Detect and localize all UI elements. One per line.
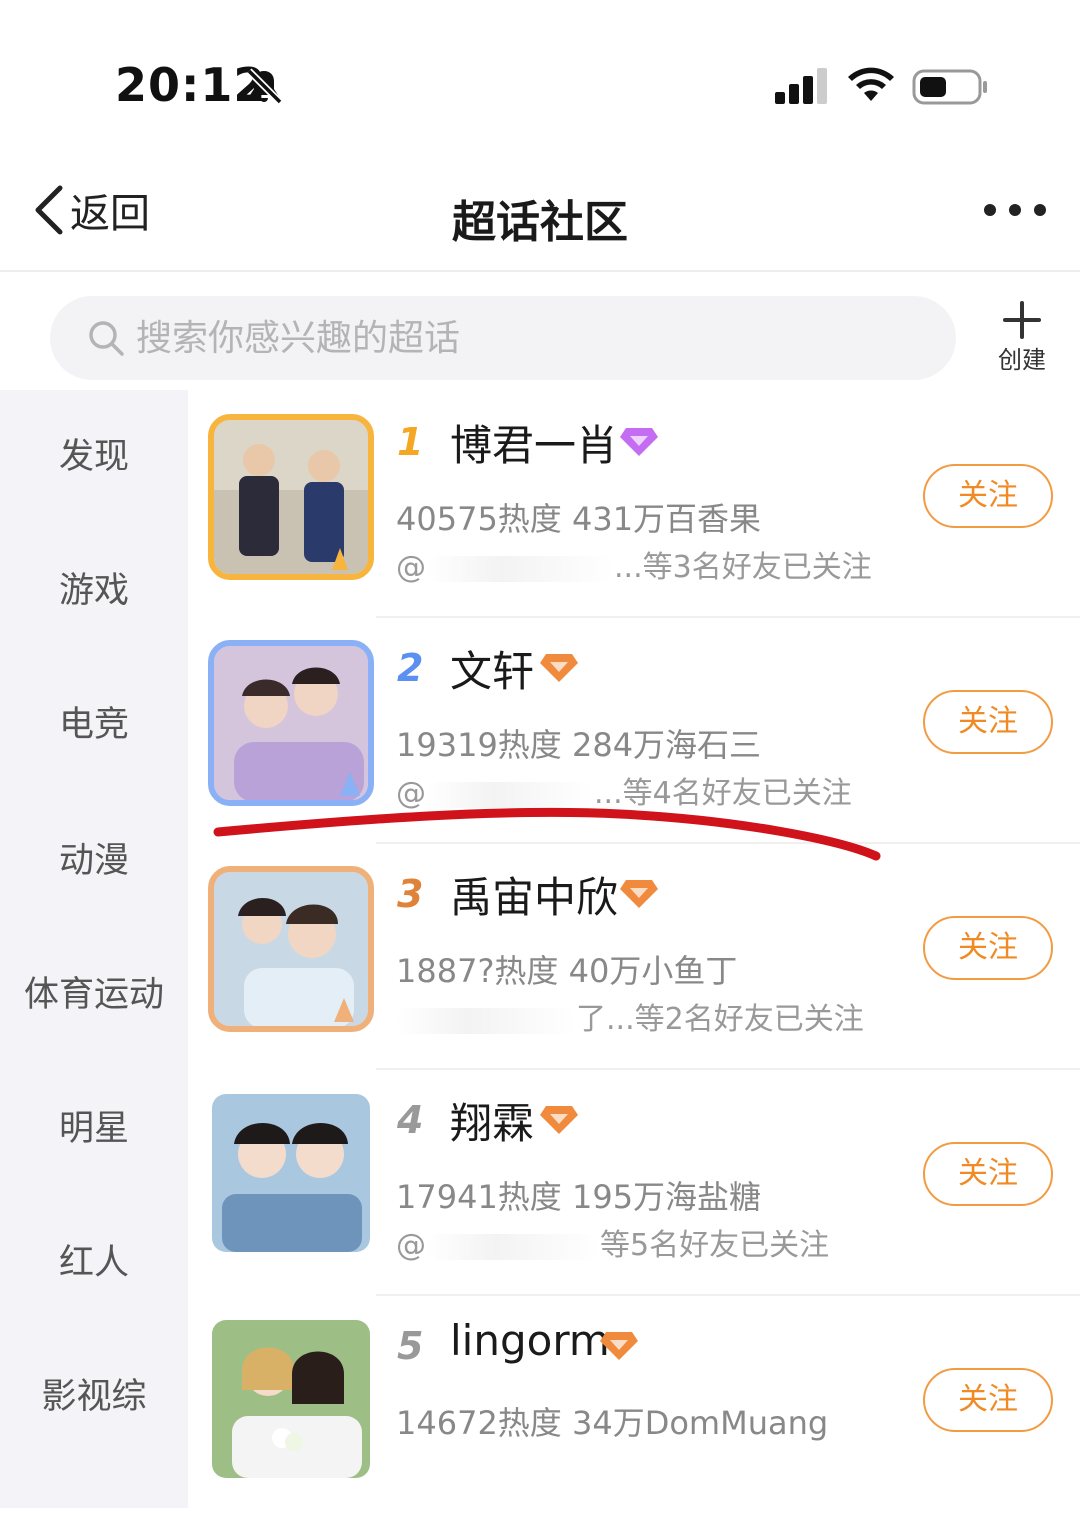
topic-stats: 19319热度 284万海石三: [396, 726, 762, 764]
wifi-icon: [848, 67, 894, 101]
topic-row[interactable]: 4 翔霖 17941热度 195万海盐糖 @ 等5名好友已关注 关注: [188, 1070, 1080, 1296]
topic-row[interactable]: 5 lingorm 14672热度 34万DomMuang 关注: [188, 1296, 1080, 1522]
sidebar-item-influencers[interactable]: 红人: [0, 1234, 188, 1285]
rank-number: 4: [397, 1098, 424, 1142]
follow-button[interactable]: 关注: [923, 690, 1053, 754]
topic-avatar: [208, 640, 374, 806]
topic-cover-image: [214, 872, 368, 1026]
topic-avatar: [208, 866, 374, 1032]
page-title: 超话社区: [452, 197, 628, 248]
sidebar-item-film-tv[interactable]: 影视综: [0, 1368, 188, 1419]
bell-muted-icon: [246, 68, 283, 105]
search-bar[interactable]: [50, 296, 956, 380]
topic-stats: 14672热度 34万DomMuang: [396, 1404, 829, 1442]
create-label: 创建: [998, 346, 1046, 374]
friends-prefix: @: [396, 550, 426, 585]
plus-icon: [1003, 301, 1041, 339]
rank-number: 2: [397, 646, 424, 690]
topic-stats: 1887?热度 40万小鱼丁: [396, 952, 738, 990]
search-input[interactable]: [134, 316, 918, 360]
topic-row[interactable]: 3 禹宙中欣 1887?热度 40万小鱼丁 了...等2名好友已关注 关注: [188, 844, 1080, 1070]
rank-number: 5: [397, 1324, 424, 1368]
follow-button[interactable]: 关注: [923, 1142, 1053, 1206]
signal-icon: [775, 68, 827, 104]
topic-avatar: [212, 1094, 370, 1252]
rank-number: 3: [397, 872, 424, 916]
sidebar-item-sports[interactable]: 体育运动: [0, 966, 188, 1017]
sidebar-item-esports[interactable]: 电竞: [0, 696, 188, 747]
topic-name: 禹宙中欣: [450, 873, 619, 922]
topic-cover-image: [212, 1094, 370, 1252]
sidebar-item-games[interactable]: 游戏: [0, 562, 188, 613]
orange-gem-icon: [540, 1106, 578, 1134]
friends-prefix: @: [396, 1228, 426, 1263]
rank-number: 1: [397, 420, 424, 464]
sidebar-item-celebrities[interactable]: 明星: [0, 1100, 188, 1151]
status-bar: 20:12: [0, 0, 1080, 150]
battery-icon: [912, 69, 987, 105]
sidebar-item-anime[interactable]: 动漫: [0, 832, 188, 883]
follow-button[interactable]: 关注: [923, 464, 1053, 528]
topic-name: lingorm: [450, 1316, 610, 1365]
blurred-names: [426, 1233, 600, 1260]
orange-gem-icon: [540, 654, 578, 682]
friends-following: @ 等5名好友已关注: [396, 1220, 829, 1264]
topic-name: 文轩: [450, 647, 535, 696]
topic-stats: 17941热度 195万海盐糖: [396, 1178, 762, 1216]
topic-name: 翔霖: [450, 1099, 535, 1148]
topic-avatar: [208, 414, 374, 580]
friends-following: 了...等2名好友已关注: [396, 994, 864, 1038]
topic-cover-image: [214, 646, 368, 800]
friends-following: @ ...等3名好友已关注: [396, 542, 872, 586]
follow-button[interactable]: 关注: [923, 1368, 1053, 1432]
topic-row[interactable]: 1 博君一肖 40575热度 431万百香果 @ ...等3名好友已关注 关注: [188, 392, 1080, 618]
create-button[interactable]: 创建: [990, 300, 1054, 380]
topic-avatar: [212, 1320, 370, 1478]
blurred-names: [426, 555, 614, 582]
orange-gem-icon: [620, 880, 658, 908]
blurred-names: [396, 1007, 576, 1034]
friends-suffix: 了...等2名好友已关注: [576, 1002, 864, 1037]
friends-suffix: 等5名好友已关注: [600, 1228, 830, 1263]
more-icon[interactable]: [980, 200, 1050, 220]
purple-gem-icon: [620, 428, 658, 456]
orange-gem-icon: [600, 1332, 638, 1360]
friends-suffix: ...等3名好友已关注: [614, 550, 872, 585]
search-icon: [89, 321, 124, 356]
category-sidebar: 发现 游戏 电竞 动漫 体育运动 明星 红人 影视综: [0, 390, 188, 1508]
sidebar-item-discover[interactable]: 发现: [0, 428, 188, 479]
topic-cover-image: [214, 420, 368, 574]
topic-cover-image: [212, 1320, 370, 1478]
topic-name: 博君一肖: [450, 421, 619, 470]
topic-stats: 40575热度 431万百香果: [396, 500, 762, 538]
nav-bar: 返回 超话社区: [0, 150, 1080, 272]
follow-button[interactable]: 关注: [923, 916, 1053, 980]
